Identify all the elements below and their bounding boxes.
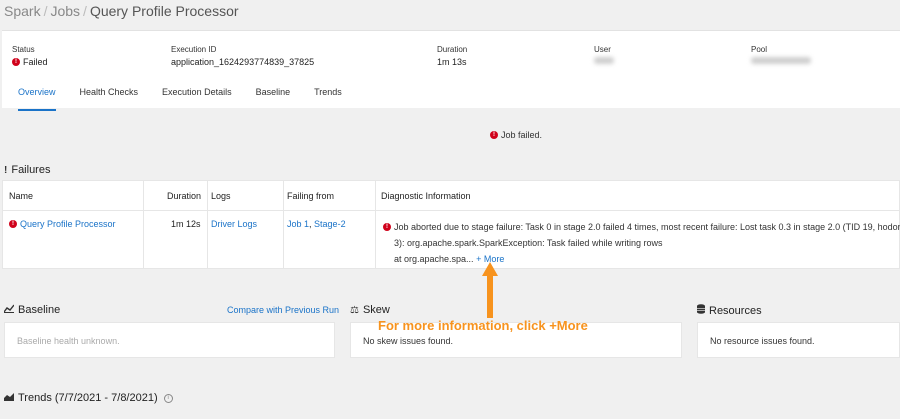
status-field: Status ! Failed — [12, 45, 48, 67]
duration-label: Duration — [437, 45, 468, 54]
error-icon: ! — [490, 131, 498, 139]
breadcrumb-spark[interactable]: Spark — [4, 3, 41, 19]
diag-line-2: 3): org.apache.spark.SparkException: Tas… — [394, 238, 663, 248]
tab-bar: Overview Health Checks Execution Details… — [2, 83, 350, 111]
tab-overview[interactable]: Overview — [18, 83, 56, 111]
failures-table: Name Duration Logs Failing from Diagnost… — [2, 180, 900, 269]
resources-card: No resource issues found. — [697, 322, 900, 358]
table-header: Name Duration Logs Failing from Diagnost… — [3, 181, 899, 211]
area-chart-icon — [4, 392, 14, 404]
driver-logs-link[interactable]: Driver Logs — [211, 219, 257, 229]
failures-heading: ! Failures — [4, 164, 50, 176]
row-duration: 1m 12s — [171, 219, 201, 229]
col-header-logs: Logs — [211, 191, 231, 201]
arrow-shape — [482, 262, 498, 318]
job-link[interactable]: Job 1 — [287, 219, 309, 229]
pool-field: Pool — [751, 45, 811, 64]
error-icon: ! — [12, 58, 20, 66]
duration-value: 1m 13s — [437, 57, 467, 67]
trends-title: Trends (7/7/2021 - 7/8/2021) — [18, 392, 158, 404]
col-header-failing-from: Failing from — [287, 191, 335, 201]
page-title: Query Profile Processor — [89, 3, 239, 19]
database-icon — [697, 304, 705, 317]
column-divider — [207, 181, 208, 269]
user-label: User — [594, 45, 611, 54]
skew-heading: ⚖ Skew — [350, 304, 390, 316]
baseline-title: Baseline — [18, 304, 61, 316]
skew-title: Skew — [362, 304, 390, 316]
diag-line-3: at org.apache.spa... — [394, 254, 474, 264]
annotation-arrow — [482, 262, 498, 318]
execution-id-label: Execution ID — [171, 45, 217, 54]
resources-heading: Resources — [697, 304, 762, 317]
stage-link[interactable]: Stage-2 — [314, 219, 346, 229]
col-header-diagnostic: Diagnostic Information — [381, 191, 471, 201]
breadcrumb: Spark / Jobs / Query Profile Processor — [4, 3, 239, 19]
pool-label: Pool — [751, 45, 768, 54]
column-divider — [283, 181, 284, 269]
column-divider — [375, 181, 376, 269]
failures-title: Failures — [11, 164, 51, 176]
failing-from-cell: Job 1, Stage-2 — [287, 219, 346, 229]
pool-value-redacted — [751, 57, 811, 64]
error-icon: ! — [383, 223, 391, 231]
user-field: User — [594, 45, 614, 64]
baseline-text: Baseline health unknown. — [17, 336, 120, 346]
summary-panel: Status ! Failed Execution ID application_… — [2, 30, 900, 111]
annotation-text: For more information, click +More — [378, 318, 588, 333]
tab-trends[interactable]: Trends — [314, 83, 342, 111]
breadcrumb-jobs[interactable]: Jobs — [50, 3, 80, 19]
skew-text: No skew issues found. — [363, 336, 454, 346]
execution-id-value: application_1624293774839_37825 — [171, 57, 315, 67]
user-value-redacted — [594, 57, 614, 64]
diag-line-1: Job aborted due to stage failure: Task 0… — [394, 222, 900, 232]
driver-logs-text[interactable]: Driver Logs — [211, 219, 257, 229]
job-name-link[interactable]: Query Profile Processor — [20, 219, 116, 229]
resources-title: Resources — [709, 304, 762, 317]
tab-baseline[interactable]: Baseline — [256, 83, 291, 111]
job-failed-message: ! Job failed. — [490, 130, 542, 140]
diagnostic-info: ! Job aborted due to stage failure: Task … — [383, 219, 900, 267]
info-icon[interactable]: i — [163, 393, 173, 403]
col-header-duration: Duration — [167, 191, 202, 201]
baseline-heading: Baseline — [3, 304, 61, 316]
status-value: Failed — [23, 57, 48, 67]
resources-text: No resource issues found. — [710, 336, 815, 346]
job-failed-text: Job failed. — [501, 130, 543, 140]
baseline-card: Baseline health unknown. — [4, 322, 335, 358]
row-name-cell: ! Query Profile Processor — [9, 219, 116, 229]
duration-field: Duration 1m 13s — [437, 45, 467, 67]
balance-scale-icon: ⚖ — [350, 304, 359, 316]
tab-execution-details[interactable]: Execution Details — [162, 83, 232, 111]
trends-heading: Trends (7/7/2021 - 7/8/2021) i — [4, 392, 173, 404]
error-icon: ! — [9, 220, 17, 228]
column-divider — [143, 181, 144, 269]
line-chart-icon — [3, 304, 15, 316]
tab-health-checks[interactable]: Health Checks — [80, 83, 139, 111]
status-label: Status — [12, 45, 35, 54]
col-header-name: Name — [9, 191, 34, 201]
exclamation-icon: ! — [4, 164, 8, 176]
execution-id-field: Execution ID application_1624293774839_3… — [171, 45, 314, 67]
compare-previous-run-link[interactable]: Compare with Previous Run — [227, 305, 339, 315]
